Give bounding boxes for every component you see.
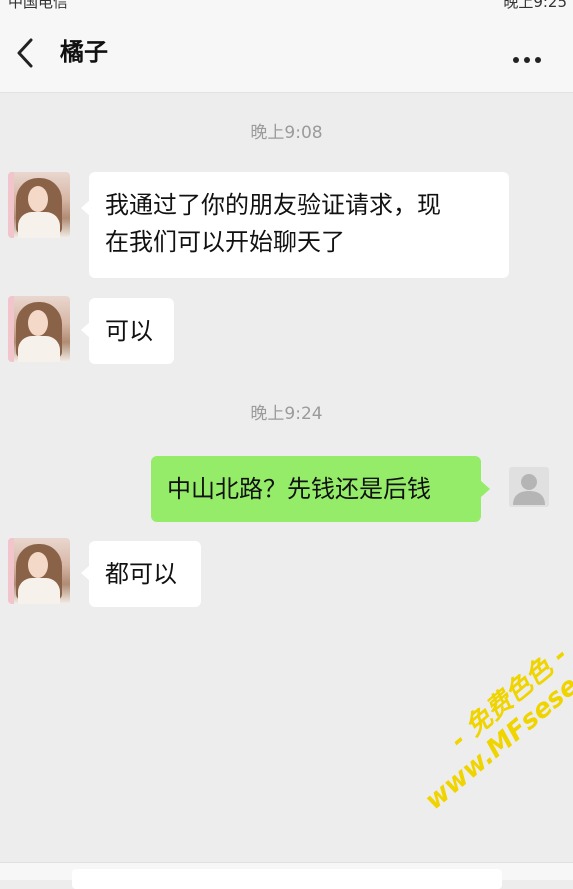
contact-avatar[interactable] (8, 296, 70, 362)
my-avatar[interactable] (509, 467, 549, 507)
timestamp: 晚上9:24 (250, 404, 323, 424)
message-text: 都可以 (105, 560, 177, 588)
more-button[interactable] (513, 48, 549, 63)
incoming-message-bubble[interactable]: 都可以 (89, 541, 201, 607)
message-text-line: 在我们可以开始聊天了 (105, 228, 345, 256)
more-dots-icon (513, 48, 546, 67)
contact-avatar[interactable] (8, 538, 70, 604)
incoming-message-bubble[interactable]: 我通过了你的朋友验证请求，现 在我们可以开始聊天了 (89, 172, 509, 278)
timestamp: 晚上9:08 (250, 123, 323, 143)
input-bar (0, 862, 573, 889)
chat-header: 橘子 (0, 12, 573, 93)
carrier-label: 中国电信 (8, 0, 69, 11)
status-bar: 中国电信 晚上9:25 (0, 0, 573, 12)
message-text: 可以 (105, 317, 153, 345)
message-text: 中山北路？先钱还是后钱 (167, 475, 431, 503)
message-input[interactable] (72, 869, 502, 889)
message-text-line: 我通过了你的朋友验证请求，现 (105, 191, 441, 219)
status-time: 晚上9:25 (503, 0, 567, 11)
chat-title: 橘子 (60, 38, 108, 66)
contact-avatar[interactable] (8, 172, 70, 238)
incoming-message-bubble[interactable]: 可以 (89, 298, 174, 364)
chevron-left-icon (17, 38, 33, 68)
watermark: - 免费色色 - www.MFsese.com (400, 603, 573, 816)
back-button[interactable] (12, 36, 42, 70)
default-user-icon (513, 474, 545, 505)
outgoing-message-bubble[interactable]: 中山北路？先钱还是后钱 (151, 456, 481, 522)
bubble-tail (481, 481, 490, 497)
